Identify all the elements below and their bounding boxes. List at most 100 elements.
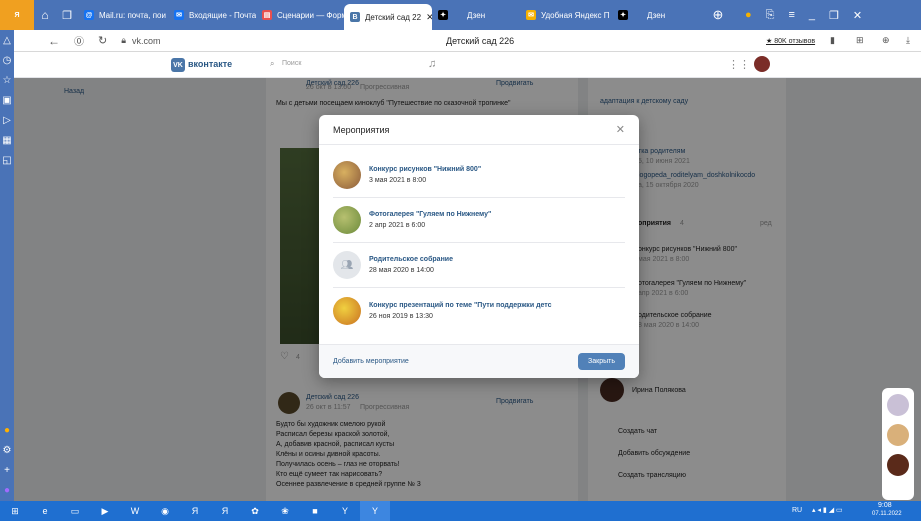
explorer-icon[interactable]: ▭ xyxy=(60,501,90,521)
settings-icon[interactable]: ⚙ xyxy=(0,440,14,460)
media-icon[interactable]: ▶ xyxy=(90,501,120,521)
tab-label: Входящие - Почта xyxy=(189,10,256,20)
events-modal: Мероприятия ✕ Конкурс рисунков "Нижний 8… xyxy=(319,115,639,378)
search-icon: ⌕ xyxy=(270,59,275,68)
modal-title: Мероприятия xyxy=(333,124,390,135)
restore-icon[interactable]: ❐ xyxy=(829,9,839,22)
forms-icon: ▤ xyxy=(262,10,272,20)
tab-label: Удобная Яндекс П xyxy=(541,10,610,20)
close-icon[interactable]: ✕ xyxy=(616,123,625,136)
word-icon[interactable]: W xyxy=(120,501,150,521)
new-tab-button[interactable]: ⊕ xyxy=(698,0,738,30)
edge-icon[interactable]: e xyxy=(30,501,60,521)
clock-date[interactable]: 07.11.2022 xyxy=(872,511,902,517)
calendar-icon[interactable]: ▦ xyxy=(0,130,14,150)
tab-mail[interactable]: @ Mail.ru: почта, пои xyxy=(78,0,168,30)
download-icon[interactable]: ⤓ xyxy=(906,35,910,46)
bell-icon[interactable]: ♫ xyxy=(428,58,436,70)
tab-label: Дзен xyxy=(467,10,486,20)
reload-icon[interactable]: ↻ xyxy=(98,34,107,47)
tab-yandex-mail[interactable]: ✉ Удобная Яндекс П xyxy=(520,0,612,30)
floating-widget xyxy=(882,388,914,500)
bookmark-icon[interactable]: ▮ xyxy=(830,35,835,46)
close-button[interactable]: Закрыть xyxy=(578,353,625,370)
notification-icon[interactable]: △ xyxy=(0,30,14,50)
vk-logo-icon[interactable]: VK xyxy=(171,58,185,72)
tab-inbox[interactable]: ✉ Входящие - Почта xyxy=(168,0,256,30)
event-title[interactable]: Конкурс презентаций по теме "Пути поддер… xyxy=(369,302,552,309)
event-title[interactable]: Фотогалерея "Гуляем по Нижнему" xyxy=(369,211,491,218)
clock-time[interactable]: 9:08 xyxy=(878,502,892,509)
zen-icon: ✦ xyxy=(618,10,628,20)
widget-avatar[interactable] xyxy=(887,394,909,416)
yandex-mail-icon: ✉ xyxy=(526,10,536,20)
language-indicator[interactable]: RU xyxy=(792,507,802,514)
start-icon[interactable]: ⊞ xyxy=(0,501,30,521)
voice-assistant-icon[interactable]: ● xyxy=(0,480,14,500)
tab-forms[interactable]: ▤ Сценарии — Форм xyxy=(256,0,344,30)
event-thumbnail[interactable]: 👥︎ xyxy=(333,251,361,279)
event-date: 28 мая 2020 в 14:00 xyxy=(369,267,434,274)
play-icon[interactable]: ▷ xyxy=(0,110,14,130)
yandex-icon[interactable]: Y xyxy=(330,501,360,521)
chrome-icon[interactable]: ◉ xyxy=(150,501,180,521)
zoom-icon[interactable]: ■ xyxy=(300,501,330,521)
tray-icons[interactable]: ▴ ◂ ▮ ◢ ▭ xyxy=(812,506,843,514)
event-date: 2 апр 2021 в 6:00 xyxy=(369,222,426,229)
event-thumbnail[interactable] xyxy=(333,296,361,325)
tab-manager-icon[interactable]: ❐ xyxy=(56,0,78,30)
event-row[interactable]: Фотогалерея "Гуляем по Нижнему" 2 апр 20… xyxy=(333,198,625,243)
home-icon[interactable]: ⌂ xyxy=(34,0,56,30)
event-thumbnail[interactable] xyxy=(333,161,361,189)
add-panel-icon[interactable]: + xyxy=(0,460,14,480)
tab-zen-2[interactable]: ✦ Дзен xyxy=(612,0,698,30)
event-date: 3 мая 2021 в 8:00 xyxy=(369,177,427,184)
reviews-badge[interactable]: ★ 80K отзывов xyxy=(766,37,815,45)
url-field[interactable]: vk.com xyxy=(132,36,161,46)
tab-vk-active[interactable]: В Детский сад 22 ✕ xyxy=(344,4,432,30)
yandex-browser-active-icon[interactable]: Y xyxy=(360,501,390,521)
address-bar: ← ⓪ ↻ 🔒︎ vk.com Детский сад 226 ★ 80K от… xyxy=(14,30,921,52)
event-title[interactable]: Родительское собрание xyxy=(369,256,453,263)
yandex-browser-icon[interactable]: Я xyxy=(210,501,240,521)
avatar[interactable] xyxy=(754,56,770,72)
app-icon[interactable]: ✿ xyxy=(240,501,270,521)
bookmarks-icon[interactable]: ⎘ xyxy=(766,9,775,22)
inbox-icon: ✉ xyxy=(174,10,184,20)
back-icon[interactable]: ← xyxy=(48,34,60,48)
reader-icon[interactable]: ⊞ xyxy=(856,35,864,46)
window-close-icon[interactable]: ✕ xyxy=(853,9,862,22)
screenshot-icon[interactable]: ◱ xyxy=(0,150,14,170)
tab-label: Сценарии — Форм xyxy=(277,10,344,20)
vk-logo-text[interactable]: вконтакте xyxy=(188,59,232,69)
app-icon[interactable]: ❀ xyxy=(270,501,300,521)
yandex-id-icon[interactable]: ⓪ xyxy=(74,33,84,48)
tab-zen[interactable]: ✦ Дзен xyxy=(432,0,520,30)
event-row[interactable]: Конкурс рисунков "Нижний 800" 3 мая 2021… xyxy=(333,153,625,198)
browser-tab-bar: Я ⌂ ❐ @ Mail.ru: почта, пои ✉ Входящие -… xyxy=(0,0,921,30)
event-row[interactable]: 👥︎ Родительское собрание 28 мая 2020 в 1… xyxy=(333,243,625,288)
windows-taskbar: ⊞ e ▭ ▶ W ◉ Я Я ✿ ❀ ■ Y Y RU ▴ ◂ ▮ ◢ ▭ 9… xyxy=(0,501,921,521)
history-icon[interactable]: ◷ xyxy=(0,50,14,70)
event-thumbnail[interactable] xyxy=(333,206,361,234)
favorites-icon[interactable]: ☆ xyxy=(0,70,14,90)
tab-label: Дзен xyxy=(647,10,666,20)
vk-header: VK вконтакте ⌕ Поиск ♫ ⋮⋮ xyxy=(14,52,921,78)
yandex-logo[interactable]: Я xyxy=(0,0,34,30)
menu-icon[interactable]: ≡ xyxy=(788,9,794,21)
apps-icon[interactable]: ⋮⋮ xyxy=(728,58,750,71)
extensions-icon[interactable]: ⊕ xyxy=(882,35,890,46)
tab-label: Mail.ru: почта, пои xyxy=(99,10,166,20)
protect-icon[interactable]: ● xyxy=(745,9,752,21)
collections-icon[interactable]: ▣ xyxy=(0,90,14,110)
add-event-link[interactable]: Добавить мероприятие xyxy=(333,358,409,365)
event-title[interactable]: Конкурс рисунков "Нижний 800" xyxy=(369,166,481,173)
alice-icon[interactable]: ● xyxy=(0,420,14,440)
event-row[interactable]: Конкурс презентаций по теме "Пути поддер… xyxy=(333,288,625,333)
widget-avatar[interactable] xyxy=(887,454,909,476)
widget-avatar[interactable] xyxy=(887,424,909,446)
tab-label: Детский сад 22 xyxy=(365,12,422,22)
minimize-icon[interactable]: _ xyxy=(809,9,815,21)
search-input[interactable]: Поиск xyxy=(282,60,392,67)
yandex-icon[interactable]: Я xyxy=(180,501,210,521)
